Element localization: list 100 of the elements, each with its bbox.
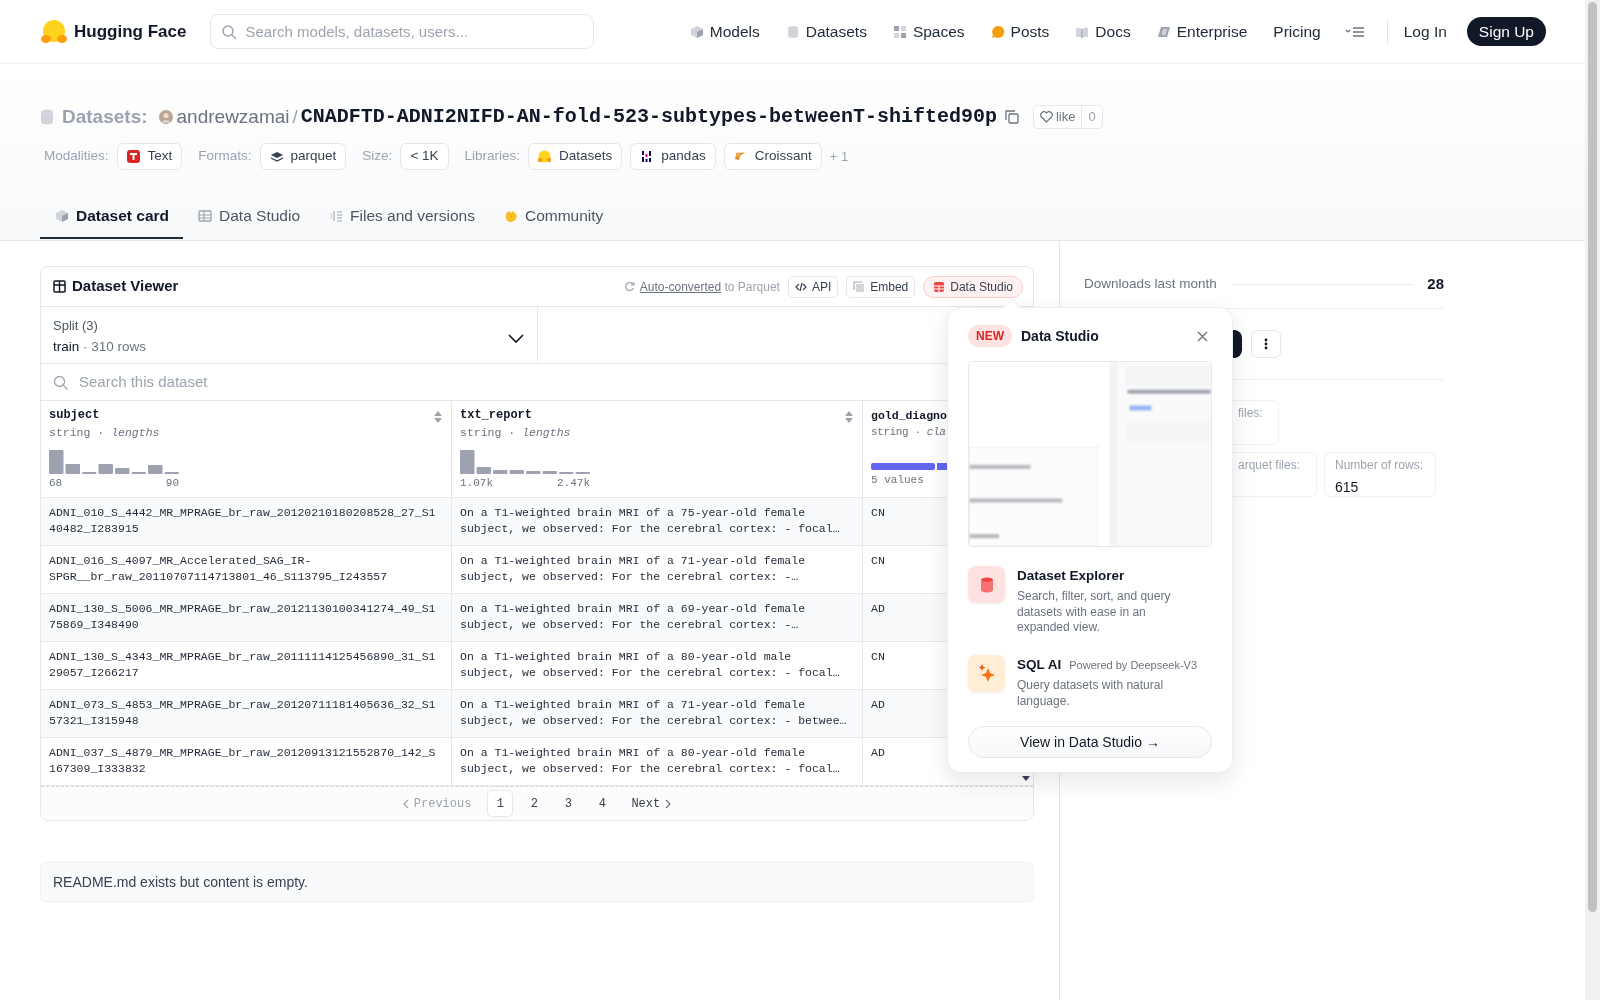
- nav-link[interactable]: Enterprise: [1156, 19, 1248, 44]
- tag-chip[interactable]: parquet: [259, 143, 347, 170]
- downloads-count: 28: [1427, 273, 1444, 294]
- new-badge: NEW: [968, 325, 1012, 347]
- viewer-button[interactable]: Embed: [846, 275, 916, 298]
- nav-link[interactable]: Docs: [1075, 19, 1131, 44]
- pandas-icon: [640, 150, 654, 163]
- column-name: subject: [49, 408, 100, 423]
- copy-icon[interactable]: [1004, 110, 1019, 124]
- heart-icon: [1039, 111, 1053, 123]
- auto-converted-link[interactable]: Auto-converted: [639, 279, 722, 294]
- tab[interactable]: Files and versions: [314, 194, 489, 239]
- tag-chip[interactable]: pandas: [630, 143, 716, 170]
- stat-label: arquet files:: [1238, 457, 1301, 474]
- tag-group-label: Libraries:: [464, 147, 521, 166]
- tag-chip[interactable]: Text: [116, 143, 183, 170]
- popup-title: Data Studio: [1021, 326, 1099, 346]
- conversion-note: Auto-converted to Parquet: [639, 278, 780, 296]
- sort-icon[interactable]: [844, 410, 854, 424]
- class-count: 5 values: [871, 474, 925, 486]
- avatar-icon: [158, 110, 173, 124]
- nav-link[interactable]: Posts: [990, 19, 1050, 44]
- tag-group-label: Modalities:: [44, 147, 109, 166]
- table-cell: On a T1-weighted brain MRI of a 71-year-old female subject, we observed: For the cerebral cortex: - betwee…: [452, 690, 863, 738]
- scroll-down-icon: [1022, 776, 1030, 781]
- search-field[interactable]: Search models, datasets, users...: [210, 14, 595, 49]
- column-type: string · lengths: [49, 425, 161, 440]
- column-name: gold_diagno: [871, 408, 947, 423]
- axis-min-label: 1.07k: [460, 477, 493, 489]
- table-cell: ADNI_010_S_4442_MR_MPRAGE_br_raw_20120210180208528_27_S140482_I283915: [41, 498, 452, 546]
- split-selector[interactable]: Split (3) train · 310 rows: [41, 307, 538, 363]
- axis-max-label: 2.47k: [557, 477, 590, 489]
- viewer-title: Dataset Viewer: [72, 276, 179, 297]
- tag-chip[interactable]: Datasets: [528, 143, 623, 170]
- copy-icon: [853, 280, 866, 293]
- stat-value: 615: [1335, 478, 1360, 497]
- stat-label: Number of rows:: [1335, 457, 1424, 474]
- signup-button[interactable]: Sign Up: [1466, 16, 1546, 47]
- more-icon: [1264, 338, 1268, 350]
- search-icon: [53, 374, 68, 390]
- close-icon[interactable]: [1197, 330, 1208, 342]
- table-icon: [198, 208, 213, 223]
- logo-icon: [40, 17, 68, 46]
- axis-min-label: 68: [49, 477, 63, 489]
- tag-group-label: Formats:: [198, 147, 252, 166]
- like-button[interactable]: like 0: [1032, 105, 1103, 129]
- tab[interactable]: Dataset card: [40, 194, 184, 239]
- chevron-left-icon: [402, 798, 409, 809]
- nav-link[interactable]: Pricing: [1273, 19, 1321, 44]
- sort-icon[interactable]: [433, 410, 443, 424]
- login-link[interactable]: Log In: [1403, 19, 1447, 44]
- viewer-button[interactable]: API: [787, 275, 839, 298]
- table-cell: ADNI_130_S_5006_MR_MPRAGE_br_raw_20121130100341274_49_S175869_I348490: [41, 594, 452, 642]
- search-icon: [221, 24, 238, 40]
- database-icon: [785, 24, 800, 39]
- cube-icon: [55, 208, 69, 223]
- table-cell: ADNI_073_S_4853_MR_MPRAGE_br_raw_20120711181405636_32_S157321_I315948: [41, 690, 452, 738]
- table-icon: [933, 280, 946, 293]
- tag-group-label: Size:: [362, 147, 393, 166]
- table-cell: On a T1-weighted brain MRI of a 69-year-old female subject, we observed: For the cerebral cortex: -…: [452, 594, 863, 642]
- code-icon: [794, 280, 807, 293]
- nav-link[interactable]: Models: [689, 19, 760, 44]
- enterprise-icon: [1156, 24, 1171, 39]
- smiley-icon: [538, 150, 552, 163]
- dataset-name: CNADFTD-ADNI2NIFD-AN-fold-523-subtypes-betweenT-shifted90p: [300, 104, 997, 130]
- layers-icon: [269, 150, 283, 163]
- chevron-down-icon: [508, 334, 524, 344]
- downloads-label: Downloads last month: [1084, 274, 1217, 293]
- speech-bubble-icon: [990, 24, 1005, 39]
- grid-icon: [892, 24, 907, 39]
- column-type: string · lengths: [460, 425, 572, 440]
- column-type: string · cla: [871, 425, 947, 440]
- viewer-button[interactable]: Data Studio: [923, 275, 1023, 298]
- more-button[interactable]: [1251, 330, 1281, 358]
- feature-note: Powered by Deepseek-V3: [1069, 657, 1198, 673]
- table-icon: [53, 280, 66, 293]
- tag-chip[interactable]: < 1K: [400, 143, 449, 170]
- nav-link[interactable]: Datasets: [785, 19, 867, 44]
- readme-notice: README.md exists but content is empty.: [40, 862, 1034, 902]
- chevron-right-icon: [665, 798, 672, 809]
- tab[interactable]: Data Studio: [183, 194, 315, 239]
- page-button[interactable]: 2: [521, 790, 548, 817]
- database-icon: [40, 109, 54, 125]
- stat-label: files:: [1238, 405, 1263, 422]
- column-name: txt_report: [460, 408, 532, 423]
- tab[interactable]: Community: [488, 194, 618, 239]
- scrollbar[interactable]: [1585, 0, 1600, 1000]
- page-nav-button[interactable]: Next: [622, 790, 681, 817]
- path-separator: /: [292, 104, 298, 129]
- page-button[interactable]: 1: [487, 790, 514, 817]
- nav-link[interactable]: Spaces: [892, 19, 965, 44]
- page-button[interactable]: 3: [555, 790, 582, 817]
- menu-icon[interactable]: [1344, 24, 1365, 39]
- view-in-data-studio-button[interactable]: View in Data Studio →: [968, 726, 1212, 758]
- refresh-icon: [623, 281, 635, 292]
- hand-icon: [503, 208, 518, 223]
- tag-chip[interactable]: Croissant: [723, 143, 822, 170]
- owner-link[interactable]: andrewzamai: [176, 102, 290, 132]
- text-icon: [126, 150, 140, 163]
- page-button[interactable]: 4: [589, 790, 616, 817]
